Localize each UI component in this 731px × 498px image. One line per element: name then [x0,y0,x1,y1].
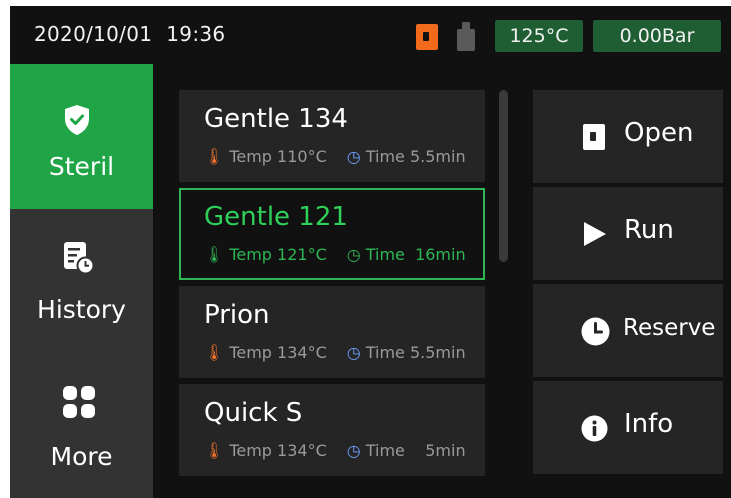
temp-value: 134°C [277,441,327,460]
clock-icon: ◷ [346,245,361,264]
thermometer-icon: 🌡︎ [204,147,225,166]
program-name: Prion [204,300,270,330]
sidebar-item-label: Steril [48,152,115,181]
status-bar: 2020/10/01 19:36 125°C 0.00Bar [10,6,731,64]
list-scrollbar[interactable] [499,90,508,262]
temperature-badge: 125°C [495,20,583,52]
sidebar-item-label: History [37,295,126,324]
program-name: Gentle 121 [204,202,348,232]
temp-label: Temp [229,343,272,362]
temp-label: Temp [229,441,272,460]
program-details: 🌡︎ Temp 121°C ◷ Time 16min [204,245,466,264]
sidebar-item-history[interactable]: History [10,209,153,354]
date-text: 2020/10/01 [34,22,153,46]
time-label: Time [365,147,405,166]
reserve-button-label: Reserve [623,315,716,341]
shield-check-icon [65,105,89,135]
program-item-gentle-121[interactable]: Gentle 121 🌡︎ Temp 121°C ◷ Time 16min [179,188,485,280]
program-details: 🌡︎ Temp 134°C ◷ Time 5min [204,441,466,460]
info-button-label: Info [624,409,674,439]
time-label: Time [365,441,405,460]
play-icon [584,222,606,246]
sidebar-item-label: More [50,442,113,471]
grid-icon [63,386,95,418]
program-details: 🌡︎ Temp 110°C ◷ Time 5.5min [204,147,466,166]
info-icon [581,415,608,442]
time-value: 5.5min [409,343,466,362]
time-value: 5min [425,441,466,460]
temp-value: 110°C [277,147,327,166]
program-name: Gentle 134 [204,104,348,134]
thermometer-icon: 🌡︎ [204,441,225,460]
temp-label: Temp [229,245,272,264]
clock-icon: ◷ [346,441,361,460]
pressure-badge: 0.00Bar [593,20,721,52]
program-item-prion[interactable]: Prion 🌡︎ Temp 134°C ◷ Time 5.5min [179,286,485,378]
reserve-button[interactable]: Reserve [533,284,723,377]
device-screen: 2020/10/01 19:36 125°C 0.00Bar Steril Hi… [10,6,731,498]
clock-icon [581,317,610,346]
time-label: Time [365,245,405,264]
door-icon [583,124,605,150]
time-value: 16min [415,245,466,264]
clock-icon: ◷ [346,147,361,166]
temp-value: 134°C [277,343,327,362]
thermometer-icon: 🌡︎ [204,343,225,362]
temp-label: Temp [229,147,272,166]
time-text: 19:36 [166,22,226,46]
history-icon [64,242,95,275]
action-panel: Open Run Reserve Info [533,64,731,498]
time-value: 5.5min [409,147,466,166]
time-label: Time [365,343,405,362]
info-button[interactable]: Info [533,381,723,474]
open-button[interactable]: Open [533,90,723,183]
program-list: Gentle 134 🌡︎ Temp 110°C ◷ Time 5.5min Gent… [153,64,523,498]
thermometer-icon: 🌡︎ [204,245,225,264]
run-button-label: Run [624,215,674,245]
open-button-label: Open [624,118,694,148]
door-open-icon [416,24,438,50]
sidebar-item-more[interactable]: More [10,354,153,498]
water-bottle-icon [456,22,476,51]
temp-value: 121°C [277,245,327,264]
clock-icon: ◷ [346,343,361,362]
program-details: 🌡︎ Temp 134°C ◷ Time 5.5min [204,343,466,362]
run-button[interactable]: Run [533,187,723,280]
datetime: 2020/10/01 19:36 [34,22,239,46]
sidebar-item-steril[interactable]: Steril [10,64,153,209]
program-name: Quick S [204,398,303,428]
sidebar: Steril History More [10,64,153,498]
program-item-gentle-134[interactable]: Gentle 134 🌡︎ Temp 110°C ◷ Time 5.5min [179,90,485,182]
program-item-quick-s[interactable]: Quick S 🌡︎ Temp 134°C ◷ Time 5min [179,384,485,476]
